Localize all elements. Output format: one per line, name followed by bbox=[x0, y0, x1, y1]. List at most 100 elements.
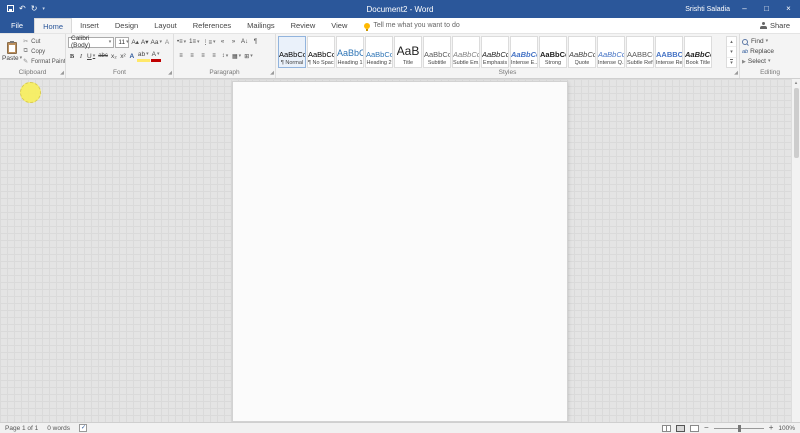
zoom-in-icon[interactable]: + bbox=[769, 424, 774, 432]
bullets-button[interactable]: •≡ ▾ bbox=[176, 37, 187, 48]
copy-button[interactable]: ⧉ Copy bbox=[22, 47, 65, 56]
align-left-button[interactable]: ≡ bbox=[176, 51, 186, 62]
tab-design[interactable]: Design bbox=[107, 18, 146, 33]
select-button[interactable]: ▶ Select ▾ bbox=[742, 57, 798, 66]
tab-layout[interactable]: Layout bbox=[146, 18, 185, 33]
borders-button[interactable]: ⊞ ▾ bbox=[243, 51, 254, 62]
document-page[interactable] bbox=[232, 81, 568, 422]
font-size-combo[interactable]: 11 ▾ bbox=[115, 36, 130, 48]
clipboard-group-label: Clipboard bbox=[18, 69, 47, 76]
tab-mailings[interactable]: Mailings bbox=[239, 18, 283, 33]
print-layout-icon[interactable] bbox=[676, 424, 686, 432]
page-indicator[interactable]: Page 1 of 1 bbox=[5, 425, 38, 432]
align-right-button[interactable]: ≡ bbox=[198, 51, 208, 62]
undo-icon[interactable]: ↶ bbox=[19, 5, 26, 13]
share-button[interactable]: Share bbox=[759, 18, 800, 33]
style-item[interactable]: AaBbCcDc¶ No Spac... bbox=[307, 36, 335, 68]
font-dialog-launcher-icon[interactable]: ◢ bbox=[168, 71, 172, 76]
style-item[interactable]: AaBbCcCHeading 2 bbox=[365, 36, 393, 68]
superscript-button[interactable]: x² bbox=[119, 51, 127, 62]
highlight-button[interactable]: ab ▾ bbox=[136, 51, 150, 62]
justify-button[interactable]: ≡ bbox=[209, 51, 219, 62]
style-item[interactable]: AaBbCcDSubtitle bbox=[423, 36, 451, 68]
tab-view[interactable]: View bbox=[323, 18, 355, 33]
style-preview: AaBbCcDc bbox=[453, 50, 479, 60]
format-painter-button[interactable]: ✎Format Painter bbox=[22, 57, 65, 66]
italic-button[interactable]: I bbox=[77, 51, 85, 62]
style-item[interactable]: AaBbCcDcStrong bbox=[539, 36, 567, 68]
style-item[interactable]: AaBbCcHeading 1 bbox=[336, 36, 364, 68]
line-spacing-button[interactable]: ↕ ▾ bbox=[220, 51, 230, 62]
grow-font-button[interactable]: A▴ bbox=[130, 37, 140, 48]
change-case-button[interactable]: Aa ▾ bbox=[150, 37, 163, 48]
close-icon[interactable]: × bbox=[781, 0, 796, 18]
redo-icon[interactable]: ↻ bbox=[31, 5, 38, 13]
paste-button[interactable]: Paste ▾ bbox=[2, 35, 22, 68]
signed-in-user[interactable]: Srishti Saladia bbox=[685, 6, 730, 13]
styles-dialog-launcher-icon[interactable]: ◢ bbox=[734, 71, 738, 76]
scroll-up-icon[interactable]: ▴ bbox=[795, 79, 798, 88]
subscript-button[interactable]: x₂ bbox=[110, 51, 118, 62]
clipboard-dialog-launcher-icon[interactable]: ◢ bbox=[60, 71, 64, 76]
style-item[interactable]: AaBbCcDcEmphasis bbox=[481, 36, 509, 68]
gallery-more-icon[interactable]: ▾ bbox=[727, 58, 736, 67]
tab-references[interactable]: References bbox=[185, 18, 239, 33]
gallery-scroll-down-icon[interactable]: ▾ bbox=[727, 47, 736, 58]
read-mode-icon[interactable] bbox=[662, 424, 672, 432]
align-center-button[interactable]: ≡ bbox=[187, 51, 197, 62]
sort-button[interactable]: A↓ bbox=[240, 37, 250, 48]
web-layout-icon[interactable] bbox=[690, 424, 700, 432]
increase-indent-button[interactable]: » bbox=[229, 37, 239, 48]
maximize-icon[interactable]: □ bbox=[759, 0, 774, 18]
paragraph-group-label: Paragraph bbox=[209, 69, 240, 76]
tab-insert[interactable]: Insert bbox=[72, 18, 107, 33]
style-item[interactable]: AaBbCcDcBook Title bbox=[684, 36, 712, 68]
tab-review[interactable]: Review bbox=[283, 18, 324, 33]
style-item[interactable]: AaBbCcDcIntense Q... bbox=[597, 36, 625, 68]
customize-qat-icon[interactable]: ▾ bbox=[42, 6, 45, 12]
style-preview: AaBbCcDc bbox=[685, 50, 711, 60]
tab-file[interactable]: File bbox=[0, 18, 35, 33]
shrink-font-button[interactable]: A▾ bbox=[140, 37, 150, 48]
font-color-button[interactable]: A ▾ bbox=[150, 51, 161, 62]
style-item[interactable]: AaB Title bbox=[394, 36, 422, 68]
gallery-scroll-up-icon[interactable]: ▴ bbox=[727, 37, 736, 48]
style-item[interactable]: AaBbCcDcQuote bbox=[568, 36, 596, 68]
find-button[interactable]: Find ▾ bbox=[742, 37, 798, 46]
cut-button[interactable]: ✂ Cut bbox=[22, 37, 65, 46]
show-hide-pilcrow-button[interactable]: ¶ bbox=[251, 37, 261, 48]
save-icon[interactable] bbox=[7, 4, 14, 14]
style-item[interactable]: AABBCCDCSubtle Ref... bbox=[626, 36, 654, 68]
style-item[interactable]: AaBbCcDcSubtle Em... bbox=[452, 36, 480, 68]
styles-group: AaBbCcDc¶ NormalAaBbCcDc¶ No Spac...AaBb… bbox=[276, 34, 740, 78]
proofing-icon[interactable] bbox=[79, 424, 88, 432]
multilevel-list-button[interactable]: ⋮≡ ▾ bbox=[201, 37, 216, 48]
numbering-button[interactable]: 1≡ ▾ bbox=[188, 37, 200, 48]
shading-button[interactable]: ▦ ▾ bbox=[231, 51, 242, 62]
scrollbar-thumb[interactable] bbox=[793, 88, 799, 158]
strikethrough-button[interactable]: abc bbox=[97, 51, 109, 62]
zoom-slider[interactable] bbox=[713, 424, 764, 432]
style-preview: AaBbCcDc bbox=[482, 50, 508, 60]
tell-me-box[interactable]: Tell me what you want to do bbox=[355, 18, 468, 33]
tab-home[interactable]: Home bbox=[34, 18, 73, 33]
clear-formatting-button[interactable]: A bbox=[163, 37, 171, 48]
text-effects-button[interactable]: A bbox=[128, 51, 136, 62]
vertical-scrollbar[interactable]: ▴ bbox=[791, 79, 800, 422]
zoom-slider-thumb[interactable] bbox=[737, 424, 741, 432]
zoom-level[interactable]: 100% bbox=[778, 425, 795, 432]
font-name-combo[interactable]: Calibri (Body) ▾ bbox=[68, 35, 115, 49]
decrease-indent-button[interactable]: « bbox=[218, 37, 228, 48]
document-area[interactable]: ▴ bbox=[0, 79, 800, 422]
underline-button[interactable]: U ▾ bbox=[86, 51, 96, 62]
replace-button[interactable]: ab Replace bbox=[742, 47, 798, 56]
zoom-out-icon[interactable]: − bbox=[704, 424, 709, 432]
style-item[interactable]: AaBbCcDcIntense E... bbox=[510, 36, 538, 68]
minimize-icon[interactable]: – bbox=[737, 0, 752, 18]
style-item[interactable]: AABBCCDCIntense Re... bbox=[655, 36, 683, 68]
paragraph-dialog-launcher-icon[interactable]: ◢ bbox=[270, 71, 274, 76]
bold-button[interactable]: B bbox=[68, 51, 76, 62]
style-item[interactable]: AaBbCcDc¶ Normal bbox=[278, 36, 306, 68]
styles-group-label: Styles bbox=[498, 69, 517, 76]
word-count[interactable]: 0 words bbox=[47, 425, 70, 432]
